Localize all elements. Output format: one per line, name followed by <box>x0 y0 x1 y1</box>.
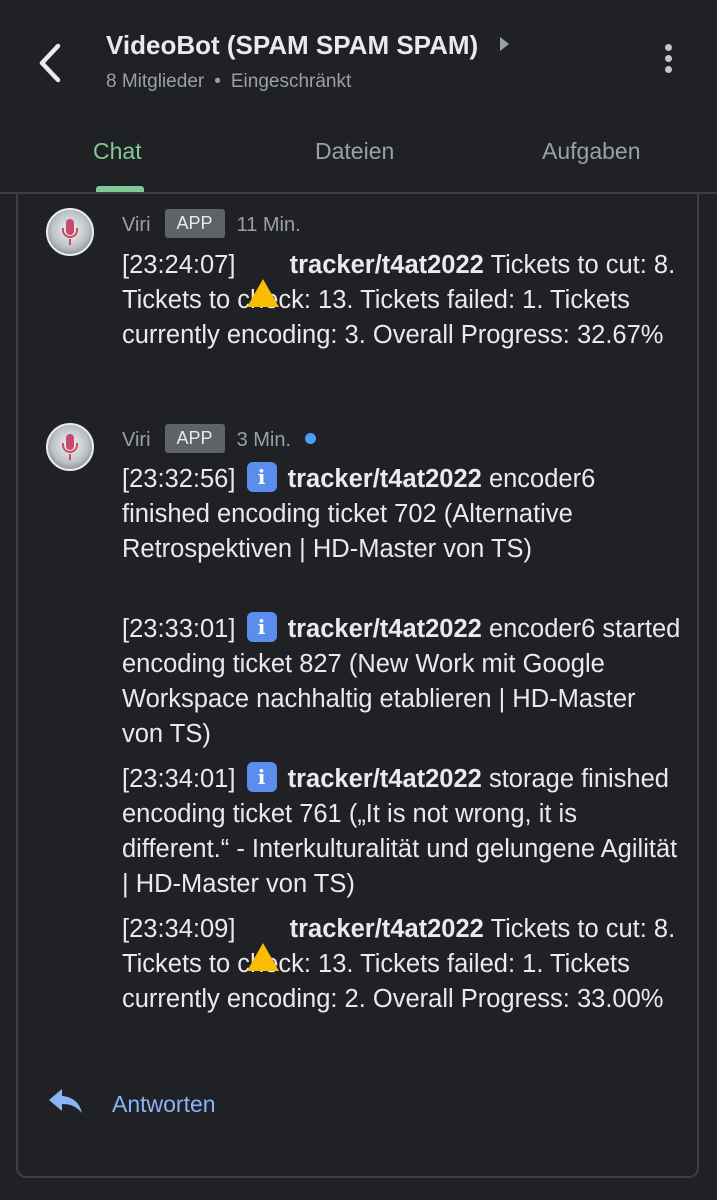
sender-name[interactable]: Viri <box>122 429 151 451</box>
sender-name[interactable]: Viri <box>122 214 151 236</box>
tab-tasks[interactable]: Aufgaben <box>542 138 640 165</box>
info-icon: i <box>246 762 277 793</box>
member-count: 8 Mitglieder <box>106 71 205 92</box>
project-name: tracker/t4at2022 <box>287 765 482 793</box>
message-thread: Viri APP 11 Min. [23:24:07] ! tracker/t4at… <box>16 194 699 1178</box>
project-name: tracker/t4at2022 <box>287 615 482 643</box>
page-title: VideoBot (SPAM SPAM SPAM) <box>106 30 510 61</box>
more-options-icon[interactable] <box>660 44 676 80</box>
entry-time: [23:24:07] <box>122 251 236 279</box>
separator-dot: • <box>214 71 221 92</box>
expand-arrow-icon[interactable] <box>500 37 510 52</box>
back-arrow-icon[interactable] <box>30 38 70 88</box>
project-name: tracker/t4at2022 <box>287 465 482 493</box>
entry-time: [23:32:56] <box>122 465 236 493</box>
space-subtitle: 8 Mitglieder • Eingeschränkt <box>106 71 509 93</box>
restriction-status: Eingeschränkt <box>230 71 352 92</box>
entry-time: [23:33:01] <box>122 615 236 643</box>
message-text: [23:33:01] i tracker/t4at2022 encoder6 s… <box>122 612 682 752</box>
message-text: [23:34:01] i tracker/t4at2022 storage fi… <box>122 762 682 902</box>
tab-files[interactable]: Dateien <box>315 138 394 165</box>
entry-time: [23:34:09] <box>122 915 236 943</box>
app-badge: APP <box>164 209 225 238</box>
warning-icon: ! <box>246 912 279 972</box>
warning-icon: ! <box>246 248 279 308</box>
project-name: tracker/t4at2022 <box>289 251 484 279</box>
space-title-area[interactable]: VideoBot (SPAM SPAM SPAM) 8 Mitglieder • E… <box>106 30 510 93</box>
avatar[interactable] <box>46 208 94 256</box>
tab-chat[interactable]: Chat <box>93 138 142 165</box>
app-badge: APP <box>164 424 225 453</box>
reply-button[interactable]: Antworten <box>112 1091 216 1118</box>
message-text: [23:34:09] ! tracker/t4at2022 Tickets to… <box>122 912 682 1017</box>
message-meta: Viri APP 11 Min. <box>122 209 301 240</box>
info-icon: i <box>246 462 277 493</box>
unread-dot <box>305 433 317 444</box>
message-text: [23:32:56] i tracker/t4at2022 encoder6 f… <box>122 462 682 567</box>
info-icon: i <box>246 612 277 643</box>
reply-arrow-icon[interactable] <box>46 1086 86 1116</box>
message-time: 3 Min. <box>236 428 292 451</box>
avatar[interactable] <box>46 423 94 471</box>
tab-bar: Chat Dateien Aufgaben <box>0 130 717 194</box>
project-name: tracker/t4at2022 <box>289 915 484 943</box>
app-header: VideoBot (SPAM SPAM SPAM) 8 Mitglieder • E… <box>0 0 717 194</box>
message-time: 11 Min. <box>236 213 301 236</box>
message-text: [23:24:07] ! tracker/t4at2022 Tickets to… <box>122 248 682 353</box>
entry-time: [23:34:01] <box>122 765 236 793</box>
message-meta: Viri APP 3 Min. <box>122 424 317 455</box>
